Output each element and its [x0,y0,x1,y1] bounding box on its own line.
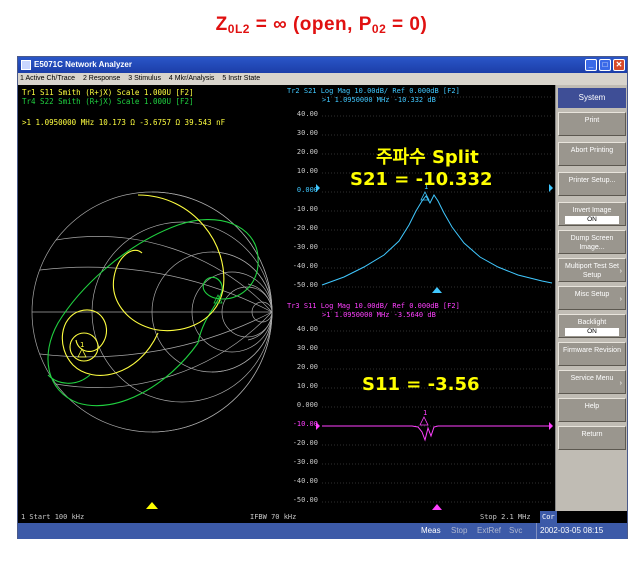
s11-annotation: S11 = -3.56 [362,374,480,395]
s21-title: Tr2 S21 Log Mag 10.00dB/ Ref 0.000dB [F2… [287,87,460,95]
s21-ytick: -20.00 [292,224,318,232]
menu-instr-state[interactable]: 5 Instr State [222,75,260,82]
s21-plot-panel[interactable]: 1 Tr2 S21 Log Mag 10.00dB/ Ref 0.000dB [… [284,85,555,300]
s21-ref-pointer-right [549,184,553,192]
s11-marker: 1 [419,409,429,426]
softkey-dump-screen-image[interactable]: Dump Screen Image... [558,230,626,254]
ifbw: IFBW 70 kHz [250,513,297,521]
s21-ytick-ref: 0.000 [296,186,318,194]
s11-grid [322,311,552,503]
s21-ytick: 20.00 [296,148,318,156]
s11-ytick-ref: -10.00 [292,420,318,428]
svg-text:1: 1 [80,341,84,349]
start-frequency: 1 Start 100 kHz [21,513,85,521]
svg-text:1: 1 [423,409,427,417]
smith-chart: 1 [31,191,273,509]
softkey-backlight[interactable]: Backlight ON [558,314,626,338]
s21-ytick: -50.00 [292,281,318,289]
s21-grid [322,96,552,288]
smith-chart-panel[interactable]: 1 Tr1 S11 Smith (R+jX) Scale 1.000U [F2]… [18,85,284,511]
softkey-help[interactable]: Help [558,398,626,422]
menubar: 1 Active Ch/Trace 2 Response 3 Stimulus … [18,73,627,85]
softkey-panel: System Print Abort Printing Printer Setu… [555,85,627,511]
s11-ytick: -30.00 [292,458,318,466]
s21-ytick: -10.00 [292,205,318,213]
softkey-multiport-test-set-setup[interactable]: Multiport Test Set Setup › [558,258,626,282]
network-analyzer-window: E5071C Network Analyzer _ □ ✕ 1 Active C… [17,56,628,539]
softkey-printer-setup[interactable]: Printer Setup... [558,172,626,196]
stop-frequency: Stop 2.1 MHz [480,513,531,521]
menu-stimulus[interactable]: 3 Stimulus [128,75,161,82]
softkey-service-menu[interactable]: Service Menu › [558,370,626,394]
menu-active-ch-trace[interactable]: 1 Active Ch/Trace [20,75,75,82]
softkey-abort-printing[interactable]: Abort Printing [558,142,626,166]
menu-mkr-analysis[interactable]: 4 Mkr/Analysis [169,75,215,82]
s21-ytick: 40.00 [296,110,318,118]
s11-ytick: -20.00 [292,439,318,447]
s21-trace [321,194,553,286]
smith-grid [31,191,273,433]
close-button[interactable]: ✕ [613,59,625,71]
s11-ytick: 30.00 [296,344,318,352]
s21-plot: 1 [316,96,553,293]
chevron-right-icon: › [619,268,622,275]
channel-status-bar: 1 Start 100 kHz IFBW 70 kHz Stop 2.1 MHz… [18,511,627,523]
s21-ytick: -30.00 [292,243,318,251]
backlight-value: ON [565,328,619,336]
invert-image-value: ON [565,216,619,224]
softkey-return[interactable]: Return [558,426,626,450]
stop-indicator: Stop [451,526,468,535]
s11-ref-pointer-right [549,422,553,430]
minimize-button[interactable]: _ [585,59,597,71]
s11-ytick: -40.00 [292,477,318,485]
s21-annotation-value: S21 = -10.332 [350,169,493,190]
s11-title: Tr3 S11 Log Mag 10.00dB/ Ref 0.000dB [F2… [287,302,460,310]
window-title: E5071C Network Analyzer [34,60,132,69]
s11-plot: 1 [316,311,553,510]
app-icon [21,60,31,70]
trace1-header: Tr1 S11 Smith (R+jX) Scale 1.000U [F2] [22,88,194,97]
s21-marker-readout: >1 1.0950000 MHz -10.332 dB [322,96,436,104]
softkey-invert-image[interactable]: Invert Image ON [558,202,626,226]
smith-marker-readout: >1 1.0950000 MHz 10.173 Ω -3.6757 Ω 39.5… [22,118,226,127]
trace4-header: Tr4 S22 Smith (R+jX) Scale 1.000U [F2] [22,97,194,106]
chevron-right-icon: › [619,380,622,387]
s11-ytick: 0.000 [296,401,318,409]
page-heading: Z0L2 = ∞ (open, P02 = 0) [215,14,428,36]
s11-ytick: 10.00 [296,382,318,390]
datetime: 2002-03-05 08:15 [536,523,606,539]
softkey-title-system: System [558,88,626,108]
s21-ytick: -40.00 [292,262,318,270]
s11-plot-panel[interactable]: 1 Tr3 S11 Log Mag 10.00dB/ Ref 0.000dB [… [284,300,555,511]
meas-indicator: Meas [421,526,441,535]
svc-indicator: Svc [509,526,523,535]
cor-badge: Cor [540,511,557,523]
s11-marker-readout: >1 1.0950000 MHz -3.5640 dB [322,311,436,319]
instrument-status-bar: Meas Stop ExtRef Svc 2002-03-05 08:15 [18,523,627,539]
s21-ytick: 30.00 [296,129,318,137]
s11-stimulus-marker [432,504,442,510]
extref-indicator: ExtRef [477,526,502,535]
s21-ytick: 10.00 [296,167,318,175]
window-titlebar: E5071C Network Analyzer _ □ ✕ [18,57,627,73]
s11-ytick: -50.00 [292,496,318,504]
chevron-right-icon: › [619,296,622,303]
s11-trace [61,194,225,376]
softkey-misc-setup[interactable]: Misc Setup › [558,286,626,310]
s11-ytick: 40.00 [296,325,318,333]
maximize-button[interactable]: □ [599,59,611,71]
smith-stimulus-marker [146,502,158,509]
s22-trace [47,219,259,407]
softkey-firmware-revision[interactable]: Firmware Revision [558,342,626,366]
softkey-print[interactable]: Print [558,112,626,136]
s11-trace [322,425,552,442]
s11-ytick: 20.00 [296,363,318,371]
s21-stimulus-marker [432,287,442,293]
s21-annotation-split: 주파수 Split [376,147,479,168]
menu-response[interactable]: 2 Response [83,75,120,82]
